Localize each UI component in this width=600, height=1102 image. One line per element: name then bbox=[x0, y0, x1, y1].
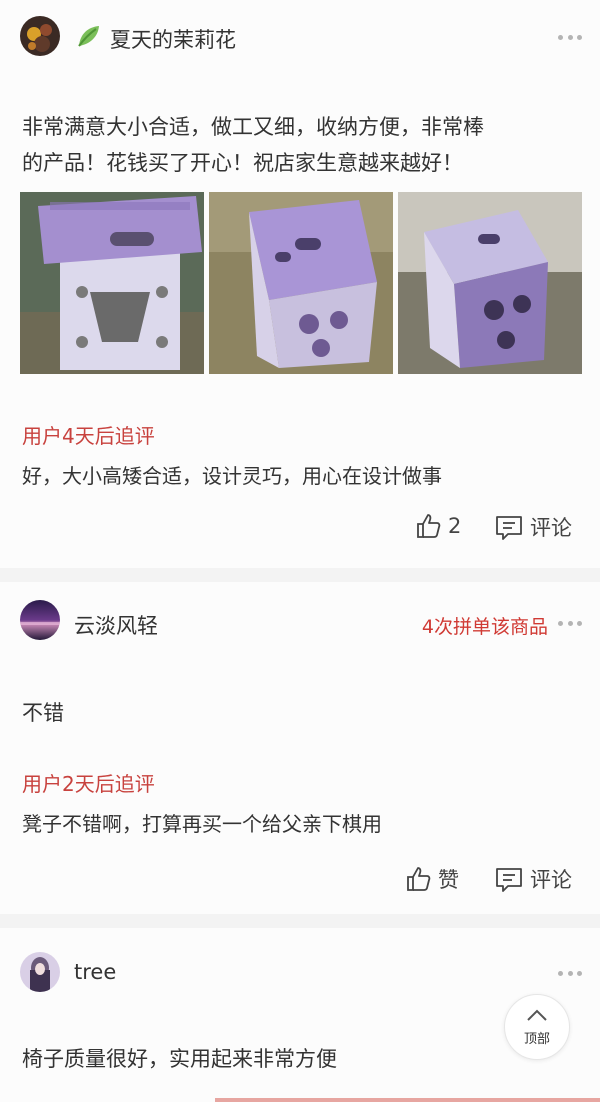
avatar[interactable] bbox=[20, 952, 60, 992]
followup-title: 用户2天后追评 bbox=[22, 772, 155, 796]
comment-button[interactable]: 评论 bbox=[494, 864, 572, 894]
username[interactable]: 夏天的茉莉花 bbox=[110, 24, 236, 54]
review-photo[interactable] bbox=[20, 192, 204, 374]
review-photo[interactable] bbox=[209, 192, 393, 374]
review-text: 不错 bbox=[22, 701, 64, 725]
username[interactable]: tree bbox=[74, 960, 116, 984]
followup-title: 用户4天后追评 bbox=[22, 424, 155, 448]
leaf-icon bbox=[74, 22, 102, 54]
comment-label: 评论 bbox=[530, 516, 572, 540]
thumbs-up-icon bbox=[404, 865, 432, 893]
repeat-purchase-badge: 4次拼单该商品 bbox=[421, 616, 548, 638]
review-text-line: 非常满意大小合适，做工又细，收纳方便，非常棒 bbox=[22, 115, 484, 139]
comment-icon bbox=[494, 513, 524, 541]
scroll-top-label: 顶部 bbox=[523, 1032, 550, 1047]
review-text-line: 的产品！花钱买了开心！祝店家生意越来越好！ bbox=[22, 151, 463, 175]
review-text: 椅子质量很好，实用起来非常方便 bbox=[22, 1047, 337, 1071]
photo-gallery bbox=[20, 192, 582, 374]
bottom-accent-bar bbox=[215, 1098, 600, 1102]
thumbs-up-icon bbox=[414, 512, 442, 540]
review-photo[interactable] bbox=[398, 192, 582, 374]
scroll-top-button[interactable]: 顶部 bbox=[504, 994, 570, 1060]
review-card: 夏天的茉莉花 非常满意大小合适，做工又细，收纳方便，非常棒 的产品！花钱买了开心… bbox=[0, 0, 600, 568]
review-feed: 夏天的茉莉花 非常满意大小合适，做工又细，收纳方便，非常棒 的产品！花钱买了开心… bbox=[0, 0, 600, 1102]
followup-text: 凳子不错啊，打算再买一个给父亲下棋用 bbox=[22, 812, 382, 836]
review-card: 云淡风轻 4次拼单该商品 不错 用户2天后追评 凳子不错啊，打算再买一个给父亲下… bbox=[0, 582, 600, 914]
more-dots-icon[interactable] bbox=[558, 34, 582, 40]
chevron-up-icon bbox=[525, 1007, 549, 1026]
like-label: 赞 bbox=[438, 868, 459, 892]
like-button[interactable]: 赞 bbox=[404, 864, 459, 894]
followup-text: 好，大小高矮合适，设计灵巧，用心在设计做事 bbox=[22, 464, 442, 488]
comment-icon bbox=[494, 865, 524, 893]
comment-label: 评论 bbox=[530, 868, 572, 892]
comment-button[interactable]: 评论 bbox=[494, 512, 572, 542]
more-dots-icon[interactable] bbox=[558, 620, 582, 626]
like-button[interactable]: 2 bbox=[414, 512, 461, 540]
avatar[interactable] bbox=[20, 16, 60, 56]
username[interactable]: 云淡风轻 bbox=[74, 610, 158, 640]
like-count: 2 bbox=[448, 514, 462, 538]
more-dots-icon[interactable] bbox=[558, 970, 582, 976]
avatar[interactable] bbox=[20, 600, 60, 640]
